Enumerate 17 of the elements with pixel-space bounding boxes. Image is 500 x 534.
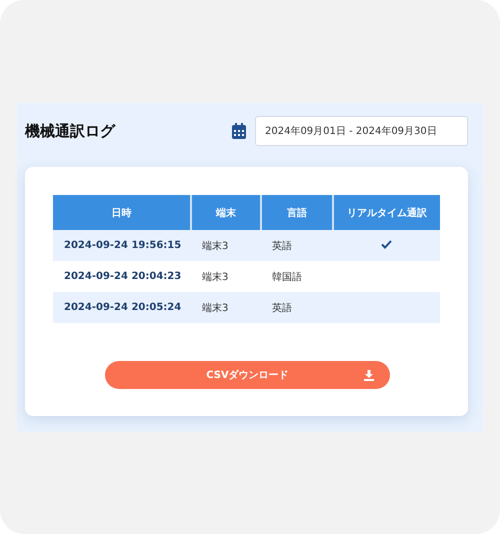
column-header: 日時 [53,195,191,230]
calendar-icon [232,123,246,139]
table-cell: 端末3 [191,261,261,292]
page-title: 機械通訳ログ [25,122,116,140]
table-cell: 英語 [261,230,333,261]
column-header: 端末 [191,195,261,230]
table-cell: 2024-09-24 20:04:23 [53,261,191,292]
column-header: 言語 [261,195,333,230]
table-cell: 端末3 [191,230,261,261]
table-cell: 英語 [261,292,333,323]
date-range-field[interactable]: 2024年09月01日 - 2024年09月30日 [255,116,468,146]
download-icon [364,370,374,381]
column-header: リアルタイム通訳 [333,195,440,230]
table-cell: 端末3 [191,292,261,323]
table-cell: 2024-09-24 19:56:15 [53,230,191,261]
table-cell: 2024-09-24 20:05:24 [53,292,191,323]
table-cell: 韓国語 [261,261,333,292]
